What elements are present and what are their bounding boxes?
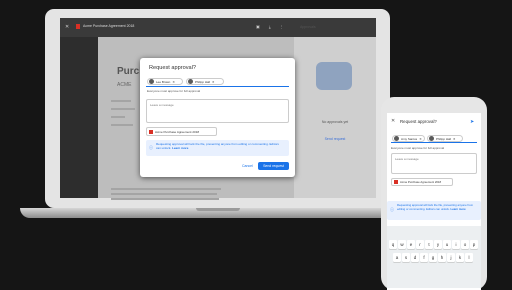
doc-text-line <box>111 116 125 118</box>
doc-subheading: ACME <box>117 82 132 88</box>
keyboard-key[interactable]: y <box>434 240 442 249</box>
keyboard-key[interactable]: o <box>461 240 469 249</box>
avatar <box>429 136 434 141</box>
approver-chip[interactable]: Philipp Hall ✕ <box>186 78 224 85</box>
doc-text-line <box>111 124 133 126</box>
pdf-file-icon <box>394 180 398 184</box>
doc-text-line <box>111 198 219 200</box>
learn-more-link[interactable]: Learn more <box>450 207 465 211</box>
remove-chip-icon[interactable]: ✕ <box>172 80 175 84</box>
approver-chip[interactable]: Philipp Hall ✕ <box>427 135 463 142</box>
keyboard-key[interactable]: w <box>398 240 406 249</box>
keyboard-key[interactable]: g <box>429 253 437 262</box>
keyboard-key[interactable]: p <box>470 240 478 249</box>
cancel-button[interactable]: Cancel <box>242 164 253 168</box>
no-approvals-text: No approvals yet <box>321 120 349 124</box>
pdf-file-icon <box>76 24 80 29</box>
avatar <box>149 79 154 84</box>
send-request-button[interactable]: Send request <box>258 162 289 170</box>
approvers-field[interactable]: Amy Santos ✕ Philipp Hall ✕ <box>391 134 477 143</box>
phone-dialog-title: Request approval? <box>400 119 437 124</box>
approver-name: Philipp Hall <box>436 136 452 141</box>
laptop-notch <box>196 208 240 211</box>
message-placeholder: Leave a message <box>150 103 174 107</box>
toolbar-icons[interactable]: ▣ ⤓ ⋮ <box>256 24 288 29</box>
doc-text-line <box>111 100 131 102</box>
close-icon[interactable]: ✕ <box>65 24 69 30</box>
approvers-field[interactable]: Lee Brown ✕ Philipp Hall ✕ <box>146 77 289 87</box>
attached-file[interactable]: Acme Purchase Agreement 2018 <box>391 178 453 186</box>
keyboard-key[interactable]: j <box>447 253 455 262</box>
info-icon: ⓘ <box>149 145 153 150</box>
keyboard-key[interactable]: k <box>456 253 464 262</box>
remove-chip-icon[interactable]: ✕ <box>419 137 422 141</box>
keyboard-key[interactable]: e <box>407 240 415 249</box>
onscreen-keyboard: qwertyuiop asdfghjkl <box>387 226 481 288</box>
doc-text-line <box>111 193 217 195</box>
keyboard-key[interactable]: h <box>438 253 446 262</box>
dialog-title: Request approval? <box>149 65 196 71</box>
lock-info-banner: ⓘ Requesting approval will lock the file… <box>387 201 481 220</box>
info-icon: ⓘ <box>390 207 394 212</box>
approvals-panel-title: Approvals <box>300 25 316 29</box>
keyboard-key[interactable]: i <box>452 240 460 249</box>
send-icon[interactable]: ➤ <box>470 119 474 125</box>
approver-name: Lee Brown <box>156 79 171 84</box>
required-note: Everyone must approve for full approval <box>391 146 445 150</box>
keyboard-key[interactable]: a <box>393 253 401 262</box>
learn-more-link[interactable]: Learn more <box>172 146 188 150</box>
file-name: Acme Purchase Agreement 2018 <box>155 129 200 134</box>
attached-file[interactable]: Acme Purchase Agreement 2018 <box>146 127 217 136</box>
avatar <box>188 79 193 84</box>
doc-text-line <box>111 188 221 190</box>
keyboard-key[interactable]: t <box>425 240 433 249</box>
approval-stamp-icon <box>316 62 352 90</box>
request-approval-dialog: Request approval? Lee Brown ✕ Philipp Hal… <box>140 58 295 177</box>
keyboard-key[interactable]: r <box>416 240 424 249</box>
avatar <box>394 136 399 141</box>
keyboard-key[interactable]: f <box>420 253 428 262</box>
remove-chip-icon[interactable]: ✕ <box>212 80 215 84</box>
pdf-file-icon <box>149 129 153 134</box>
approver-chip[interactable]: Amy Santos ✕ <box>392 135 425 142</box>
message-textarea[interactable]: Leave a message <box>146 99 289 123</box>
required-note: Everyone must approve for full approval <box>147 89 201 93</box>
doc-text-line <box>111 108 135 110</box>
remove-chip-icon[interactable]: ✕ <box>453 137 456 141</box>
close-icon[interactable]: ✕ <box>391 118 395 124</box>
approver-name: Philipp Hall <box>195 79 211 84</box>
keyboard-key[interactable]: u <box>443 240 451 249</box>
send-request-link[interactable]: Send request <box>300 137 370 141</box>
message-placeholder: Leave a message <box>395 157 419 161</box>
keyboard-key[interactable]: s <box>402 253 410 262</box>
lock-info-banner: ⓘ Requesting approval will lock the file… <box>146 140 289 156</box>
file-name: Acme Purchase Agreement 2018 <box>400 180 442 184</box>
doc-tab-title: Acme Purchase Agreement 2018 <box>83 24 135 28</box>
keyboard-key[interactable]: d <box>411 253 419 262</box>
approver-name: Amy Santos <box>401 136 418 141</box>
keyboard-key[interactable]: l <box>465 253 473 262</box>
approver-chip[interactable]: Lee Brown ✕ <box>147 78 183 85</box>
keyboard-key[interactable]: q <box>389 240 397 249</box>
message-textarea[interactable]: Leave a message <box>391 153 477 174</box>
